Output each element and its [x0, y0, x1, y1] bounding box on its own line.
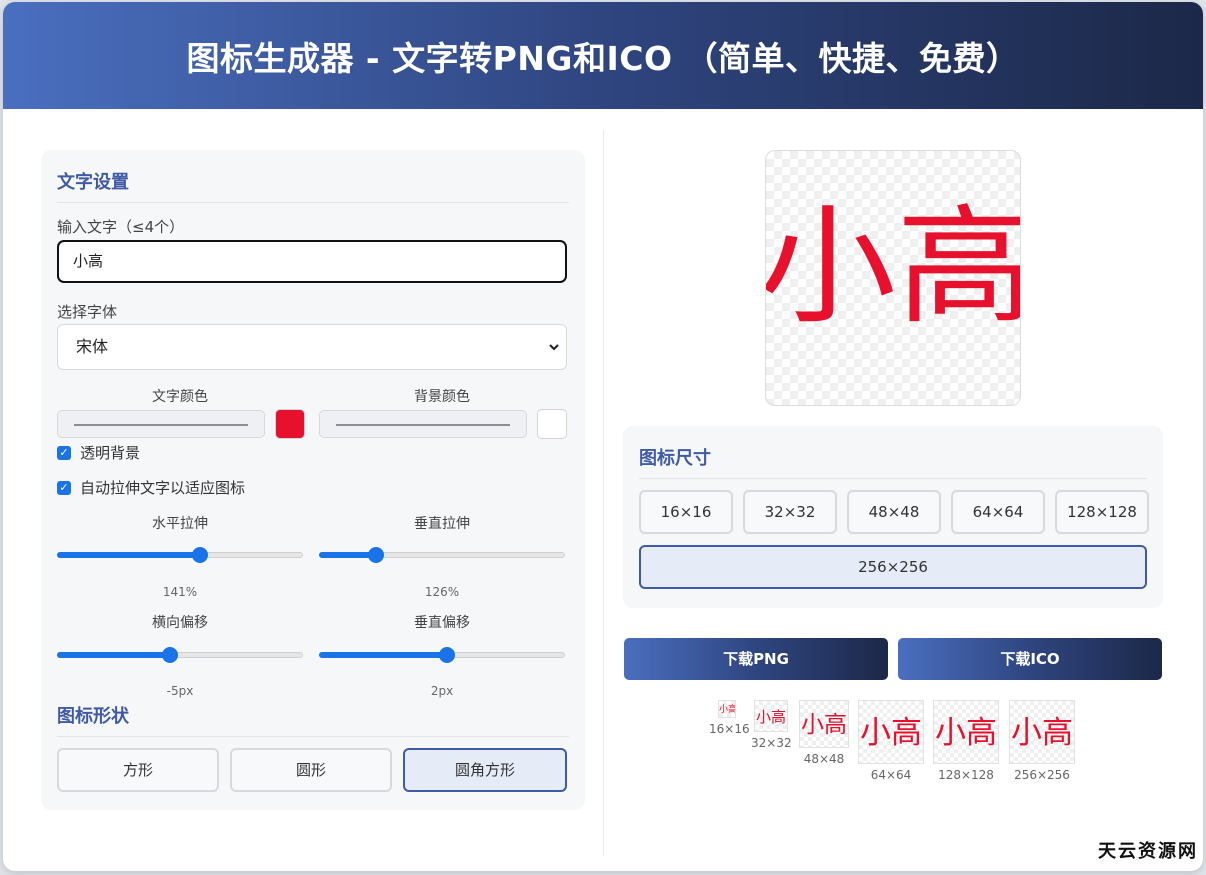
- page-title: 图标生成器 - 文字转PNG和ICO （简单、快捷、免费）: [186, 38, 1020, 78]
- size-48-button[interactable]: 48×48: [847, 490, 941, 534]
- h-offset-value: -5px: [166, 684, 194, 698]
- auto-stretch-label: 自动拉伸文字以适应图标: [80, 479, 246, 497]
- thumbnail-image: 小高: [1009, 700, 1075, 764]
- text-color-swatch[interactable]: [275, 409, 305, 439]
- auto-stretch-checkbox[interactable]: ✓: [57, 480, 71, 495]
- preview-text: 小高: [765, 193, 1021, 342]
- header: 图标生成器 - 文字转PNG和ICO （简单、快捷、免费）: [3, 2, 1203, 109]
- size-16-button[interactable]: 16×16: [639, 490, 733, 534]
- v-stretch-value: 126%: [424, 585, 460, 599]
- v-offset-slider[interactable]: [319, 647, 565, 663]
- text-input-label: 输入文字（≤4个）: [57, 218, 185, 236]
- h-offset-label: 横向偏移: [152, 615, 208, 631]
- transparent-bg-row[interactable]: ✓ 透明背景: [57, 442, 140, 463]
- watermark: 天云资源网: [1098, 841, 1198, 862]
- thumbnail-16: 小高 16×16: [709, 700, 750, 736]
- thumbnail-caption: 48×48: [803, 752, 845, 766]
- shape-circle-button[interactable]: 圆形: [230, 748, 392, 792]
- v-stretch-slider[interactable]: [319, 547, 565, 563]
- font-select-value: 宋体: [76, 337, 109, 356]
- thumbnail-32: 小高 32×32: [751, 700, 792, 750]
- thumbnail-image: 小高: [718, 700, 736, 718]
- font-select[interactable]: 宋体: [57, 324, 567, 370]
- shape-square-button[interactable]: 方形: [57, 748, 219, 792]
- size-title: 图标尺寸: [639, 444, 1147, 479]
- bg-color-swatch[interactable]: [537, 409, 567, 439]
- download-ico-button[interactable]: 下载ICO: [898, 638, 1162, 680]
- thumbnail-image: 小高: [754, 700, 788, 732]
- h-stretch-slider[interactable]: [57, 547, 303, 563]
- shape-rounded-square-button[interactable]: 圆角方形: [403, 748, 567, 792]
- thumbnail-image: 小高: [933, 700, 999, 764]
- thumbnail-caption: 64×64: [870, 768, 912, 782]
- thumbnail-caption: 128×128: [938, 768, 994, 782]
- slider-thumb[interactable]: [438, 647, 455, 663]
- text-color-label: 文字颜色: [152, 389, 208, 405]
- v-offset-label: 垂直偏移: [414, 615, 470, 631]
- thumbnail-image: 小高: [799, 700, 849, 748]
- thumbnail-64: 小高 64×64: [857, 700, 925, 782]
- bg-color-label: 背景颜色: [414, 389, 470, 405]
- h-stretch-value: 141%: [162, 585, 198, 599]
- text-settings-panel: 文字设置 输入文字（≤4个） 小高 选择字体 宋体 文字颜色 背景颜色 ✓ 透明…: [41, 150, 585, 810]
- size-128-button[interactable]: 128×128: [1055, 490, 1149, 534]
- v-offset-value: 2px: [430, 684, 454, 698]
- size-64-button[interactable]: 64×64: [951, 490, 1045, 534]
- column-divider: [603, 130, 604, 856]
- text-settings-title: 文字设置: [57, 168, 569, 203]
- bg-color-slider[interactable]: [319, 410, 527, 438]
- app-window: 图标生成器 - 文字转PNG和ICO （简单、快捷、免费） 文字设置 输入文字（…: [3, 2, 1203, 871]
- icon-preview: 小高: [765, 150, 1021, 406]
- thumbnail-caption: 32×32: [751, 736, 792, 750]
- download-png-button[interactable]: 下载PNG: [624, 638, 888, 680]
- transparent-bg-label: 透明背景: [80, 444, 141, 462]
- size-panel: 图标尺寸 16×16 32×32 48×48 64×64 128×128 256…: [623, 426, 1163, 608]
- h-stretch-label: 水平拉伸: [152, 516, 208, 532]
- thumbnail-image: 小高: [858, 700, 924, 764]
- auto-stretch-row[interactable]: ✓ 自动拉伸文字以适应图标: [57, 477, 245, 498]
- transparent-bg-checkbox[interactable]: ✓: [57, 445, 71, 460]
- slider-thumb[interactable]: [367, 547, 384, 563]
- thumbnail-256: 小高 256×256: [1007, 700, 1077, 782]
- thumbnail-caption: 256×256: [1014, 768, 1070, 782]
- text-color-slider[interactable]: [57, 410, 265, 438]
- font-label: 选择字体: [57, 303, 118, 321]
- chevron-down-icon: [548, 325, 560, 387]
- thumbnail-caption: 16×16: [709, 722, 750, 736]
- slider-thumb[interactable]: [162, 647, 179, 663]
- slider-thumb[interactable]: [191, 547, 208, 563]
- text-input[interactable]: 小高: [57, 240, 567, 283]
- size-256-button[interactable]: 256×256: [639, 545, 1147, 589]
- thumbnail-128: 小高 128×128: [931, 700, 1001, 782]
- thumbnail-48: 小高 48×48: [797, 700, 851, 766]
- size-32-button[interactable]: 32×32: [743, 490, 837, 534]
- h-offset-slider[interactable]: [57, 647, 303, 663]
- v-stretch-label: 垂直拉伸: [414, 516, 470, 532]
- shape-title: 图标形状: [57, 702, 569, 737]
